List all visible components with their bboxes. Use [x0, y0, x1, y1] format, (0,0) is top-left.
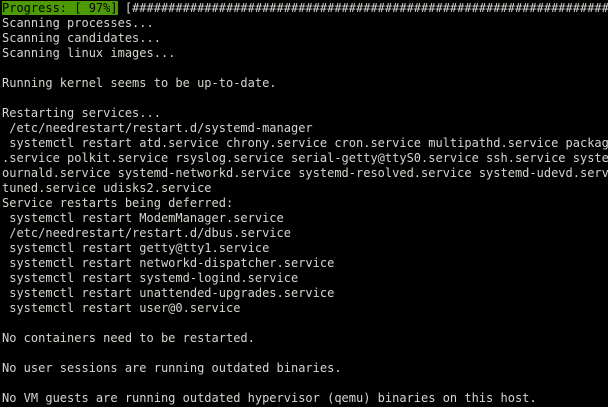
terminal-line: No user sessions are running outdated bi…	[2, 361, 342, 375]
terminal-line: Service restarts being deferred:	[2, 196, 234, 210]
terminal-line: tuned.service udisks2.service	[2, 181, 212, 195]
progress-label: Progress: [ 97%]	[2, 1, 118, 15]
terminal-line: ournald.service systemd-networkd.service…	[2, 166, 608, 180]
terminal-line: /etc/needrestart/restart.d/dbus.service	[2, 226, 291, 240]
terminal-line: systemctl restart ModemManager.service	[2, 211, 284, 225]
terminal-line: Scanning candidates...	[2, 31, 161, 45]
terminal-line: systemctl restart systemd-logind.service	[2, 271, 299, 285]
progress-bar: [#######################################…	[124, 1, 608, 15]
terminal-line: Scanning linux images...	[2, 46, 176, 60]
terminal-line: No VM guests are running outdated hyperv…	[2, 391, 537, 405]
terminal-line: systemctl restart atd.service chrony.ser…	[2, 136, 608, 150]
terminal-line: systemctl restart getty@tty1.service	[2, 241, 270, 255]
progress-line: Progress: [ 97%] [######################…	[2, 1, 608, 16]
terminal-line: systemctl restart networkd-dispatcher.se…	[2, 256, 335, 270]
terminal-line: Restarting services...	[2, 106, 161, 120]
terminal-line: systemctl restart user@0.service	[2, 301, 241, 315]
terminal-line: Scanning processes...	[2, 16, 154, 30]
terminal-line: /etc/needrestart/restart.d/systemd-manag…	[2, 121, 313, 135]
terminal-line: Running kernel seems to be up-to-date.	[2, 76, 277, 90]
terminal-line: No containers need to be restarted.	[2, 331, 255, 345]
terminal-line: .service polkit.service rsyslog.service …	[2, 151, 608, 165]
terminal-line: systemctl restart unattended-upgrades.se…	[2, 286, 335, 300]
terminal-window[interactable]: Progress: [ 97%] [######################…	[0, 0, 608, 407]
